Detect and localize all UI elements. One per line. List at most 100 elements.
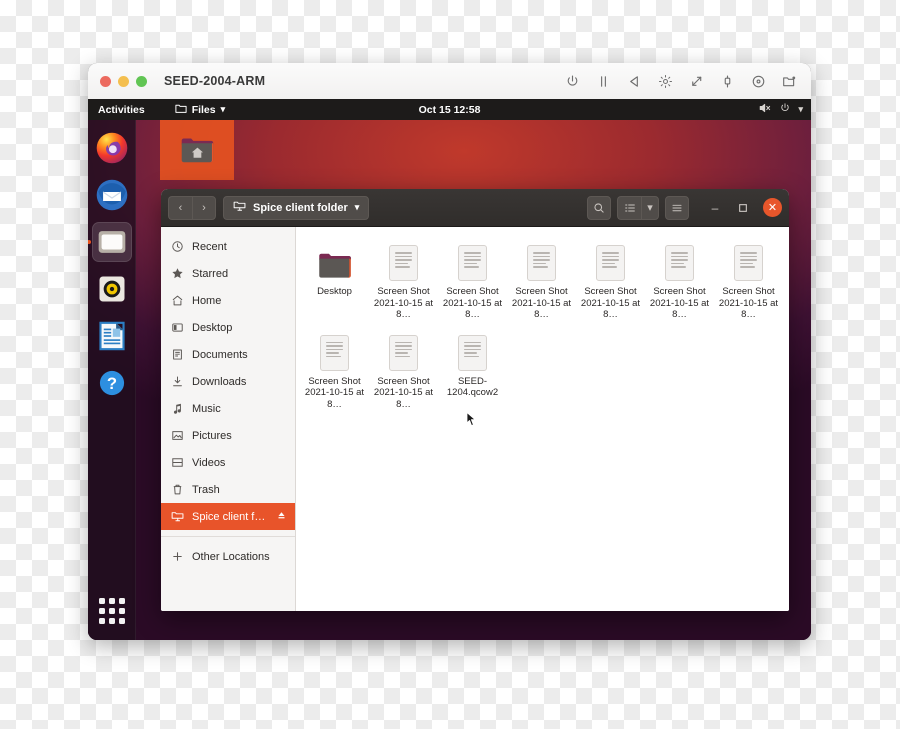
grid-dot xyxy=(108,608,115,614)
file-item[interactable]: Screen Shot 2021-10-15 at 8… xyxy=(507,235,576,325)
file-item[interactable]: Screen Shot 2021-10-15 at 8… xyxy=(369,235,438,325)
shared-folder-icon[interactable] xyxy=(781,73,797,89)
sidebar-item-starred[interactable]: Starred xyxy=(161,260,295,287)
sidebar-label: Other Locations xyxy=(192,550,270,563)
app-menu-label: Files xyxy=(191,103,216,116)
file-item[interactable]: Screen Shot 2021-10-15 at 8… xyxy=(714,235,783,325)
file-name-label: Screen Shot 2021-10-15 at 8… xyxy=(373,286,434,320)
document-icon xyxy=(384,331,424,371)
ubuntu-guest-desktop: Activities Files ▾ Oct 15 12:58 ▾ ? ‹ › … xyxy=(88,99,811,640)
play-back-icon[interactable] xyxy=(626,73,642,89)
dock-item-help[interactable]: ? xyxy=(92,363,132,403)
vm-window-title: SEED-2004-ARM xyxy=(164,74,266,88)
show-applications-button[interactable] xyxy=(95,594,129,628)
dock-item-thunderbird[interactable] xyxy=(92,175,132,215)
files-headerbar: ‹ › Spice client folder ▾ ▾ – ✕ xyxy=(161,189,789,227)
hamburger-menu-button[interactable] xyxy=(665,195,689,220)
topbar-clock[interactable]: Oct 15 12:58 xyxy=(419,104,481,116)
files-window: ‹ › Spice client folder ▾ ▾ – ✕ Recent S… xyxy=(161,189,789,611)
close-button[interactable]: ✕ xyxy=(763,198,782,217)
brightness-icon[interactable] xyxy=(657,73,673,89)
grid-dot xyxy=(118,608,125,614)
file-item[interactable]: Screen Shot 2021-10-15 at 8… xyxy=(300,325,369,415)
sidebar-label: Starred xyxy=(192,267,229,280)
file-name-label: Screen Shot 2021-10-15 at 8… xyxy=(304,375,365,410)
activities-button[interactable]: Activities xyxy=(98,104,145,116)
minimize-button[interactable]: – xyxy=(705,198,725,218)
search-button[interactable] xyxy=(587,195,611,220)
power-icon xyxy=(779,102,791,117)
file-name-label: Screen Shot 2021-10-15 at 8… xyxy=(649,286,710,320)
gnome-top-bar: Activities Files ▾ Oct 15 12:58 ▾ xyxy=(88,99,811,120)
resize-icon[interactable] xyxy=(688,73,704,89)
files-body: Recent Starred Home Desktop Documents Do… xyxy=(161,227,789,611)
back-button[interactable]: ‹ xyxy=(168,195,192,220)
document-icon-page xyxy=(734,245,763,281)
music-icon xyxy=(170,402,184,416)
document-icon xyxy=(453,241,493,281)
file-item[interactable]: Screen Shot 2021-10-15 at 8… xyxy=(369,325,438,415)
libreoffice-impress-icon xyxy=(98,321,125,351)
grid-dot xyxy=(118,618,125,624)
document-icon-page xyxy=(527,245,556,281)
disc-icon[interactable] xyxy=(750,73,766,89)
sidebar-item-videos[interactable]: Videos xyxy=(161,449,295,476)
dock-item-files[interactable] xyxy=(91,222,132,262)
sidebar-item-trash[interactable]: Trash xyxy=(161,476,295,503)
ubuntu-dock: ? xyxy=(88,120,136,640)
rhythmbox-icon xyxy=(99,276,124,302)
sidebar-item-documents[interactable]: Documents xyxy=(161,341,295,368)
minimize-window-button[interactable] xyxy=(118,75,129,87)
view-dropdown-button[interactable]: ▾ xyxy=(641,195,659,220)
grid-dot xyxy=(98,608,105,614)
vm-window: SEED-2004-ARM Activities Files ▾ Oct 15 … xyxy=(88,63,811,640)
document-icon-page xyxy=(389,334,418,371)
maximize-button[interactable] xyxy=(733,198,753,218)
file-item[interactable]: Screen Shot 2021-10-15 at 8… xyxy=(576,235,645,325)
sidebar-item-music[interactable]: Music xyxy=(161,395,295,422)
forward-button[interactable]: › xyxy=(192,195,216,220)
sidebar-label: Spice client f… xyxy=(192,510,266,523)
dock-item-rhythmbox[interactable] xyxy=(92,269,132,309)
close-window-button[interactable] xyxy=(100,75,111,87)
sidebar-item-home[interactable]: Home xyxy=(161,287,295,314)
power-icon[interactable] xyxy=(564,73,580,89)
dock-item-firefox[interactable] xyxy=(92,128,132,168)
file-item[interactable]: Screen Shot 2021-10-15 at 8… xyxy=(645,235,714,325)
grid-dot xyxy=(108,598,115,604)
sidebar-item-downloads[interactable]: Downloads xyxy=(161,368,295,395)
file-name-label: Screen Shot 2021-10-15 at 8… xyxy=(373,375,434,410)
eject-button[interactable] xyxy=(277,511,286,522)
file-name-label: SEED-1204.qcow2 xyxy=(446,375,499,399)
file-grid: Desktop Screen Shot 2021-10-15 at 8… Scree… xyxy=(300,235,785,414)
window-controls xyxy=(100,75,147,87)
sidebar-label: Trash xyxy=(192,483,220,496)
file-item[interactable]: SEED-1204.qcow2 xyxy=(438,325,507,415)
svg-text:?: ? xyxy=(106,374,116,393)
sidebar-item-desktop[interactable]: Desktop xyxy=(161,314,295,341)
dock-item-libreoffice-impress[interactable] xyxy=(92,316,132,356)
grid-dot xyxy=(98,618,105,624)
sidebar-item-spice-client-folder[interactable]: Spice client f… xyxy=(161,503,295,530)
path-bar-label: Spice client folder xyxy=(253,201,348,214)
path-bar-button[interactable]: Spice client folder ▾ xyxy=(223,195,370,220)
grid-dot xyxy=(98,598,105,604)
sidebar-label: Desktop xyxy=(192,321,233,334)
usb-icon[interactable] xyxy=(719,73,735,89)
file-list-area[interactable]: Desktop Screen Shot 2021-10-15 at 8… Scree… xyxy=(296,227,789,611)
file-item[interactable]: Screen Shot 2021-10-15 at 8… xyxy=(438,235,507,325)
document-icon-page xyxy=(458,245,487,281)
pause-icon[interactable] xyxy=(595,73,611,89)
app-menu-files[interactable]: Files ▾ xyxy=(175,103,225,117)
sidebar-label: Home xyxy=(192,294,222,307)
sidebar-item-other-locations[interactable]: Other Locations xyxy=(161,543,295,570)
sidebar-item-recent[interactable]: Recent xyxy=(161,233,295,260)
file-item[interactable]: Desktop xyxy=(300,235,369,325)
sidebar-item-pictures[interactable]: Pictures xyxy=(161,422,295,449)
desktop-icon-home[interactable] xyxy=(160,120,234,180)
topbar-status-area[interactable]: ▾ xyxy=(759,102,803,117)
list-view-button[interactable] xyxy=(617,195,641,220)
home-folder-icon xyxy=(181,138,214,163)
file-name-label: Desktop xyxy=(317,286,352,297)
zoom-window-button[interactable] xyxy=(136,75,147,87)
